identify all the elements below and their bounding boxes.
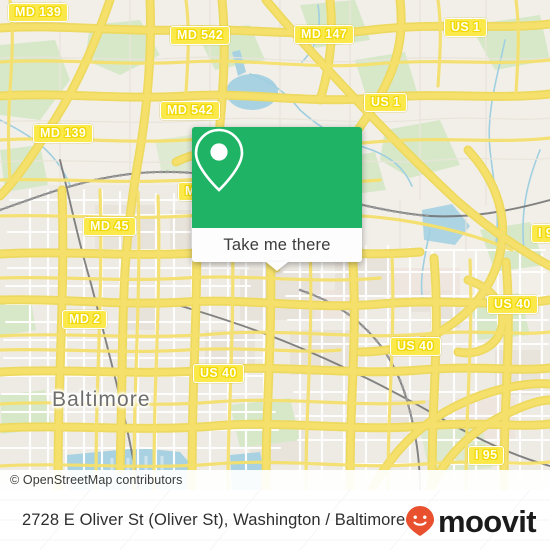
moovit-pin-smiley-icon xyxy=(405,506,434,536)
road-shield[interactable]: I 95 xyxy=(468,446,505,465)
take-me-there-label: Take me there xyxy=(223,235,331,254)
road-shield[interactable]: US 1 xyxy=(364,93,408,112)
moovit-brand[interactable]: moovit xyxy=(405,503,537,539)
road-shield[interactable]: US 1 xyxy=(444,18,488,37)
road-shield[interactable]: US 40 xyxy=(193,364,244,383)
road-shield[interactable]: MD 139 xyxy=(8,3,69,22)
attribution-text: © OpenStreetMap contributors xyxy=(10,473,183,487)
footer-bar: 2728 E Oliver St (Oliver St), Washington… xyxy=(0,490,550,550)
road-shield[interactable]: MD 45 xyxy=(83,217,136,236)
road-shield[interactable]: MD 542 xyxy=(160,101,221,120)
moovit-map-screenshot: .rd { fill:none; stroke:#f5e06c; stroke-… xyxy=(0,0,550,550)
popup-header xyxy=(192,127,362,228)
city-label-baltimore: Baltimore xyxy=(52,388,151,411)
popup-action-row[interactable]: Take me there xyxy=(192,228,362,271)
road-shield[interactable]: I 9 xyxy=(531,224,550,243)
road-shield[interactable]: US 40 xyxy=(390,337,441,356)
road-shield[interactable]: US 40 xyxy=(487,295,538,314)
road-shield[interactable]: MD 139 xyxy=(33,124,94,143)
moovit-wordmark: moovit xyxy=(437,503,537,539)
map-pin-icon xyxy=(194,128,244,192)
map-attribution: © OpenStreetMap contributors xyxy=(0,470,550,490)
popup-pointer-tail xyxy=(266,262,288,271)
location-popup-card[interactable]: Take me there xyxy=(192,127,362,271)
road-shield[interactable]: MD 542 xyxy=(170,26,231,45)
road-shield[interactable]: MD 147 xyxy=(294,25,355,44)
location-address-label: 2728 E Oliver St (Oliver St), Washington… xyxy=(22,510,406,529)
map-canvas[interactable]: .rd { fill:none; stroke:#f5e06c; stroke-… xyxy=(0,0,550,490)
road-shield[interactable]: MD 2 xyxy=(62,310,108,329)
